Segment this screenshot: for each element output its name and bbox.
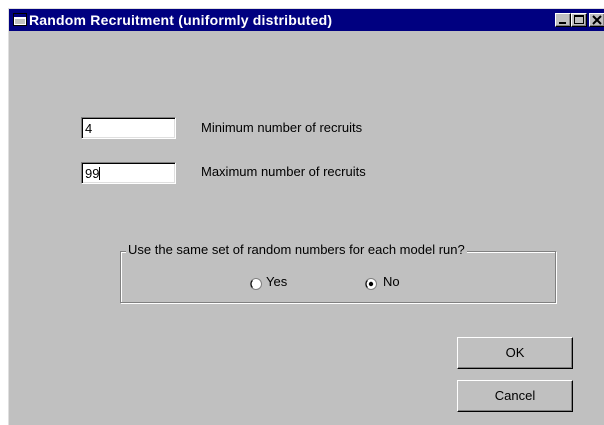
dialog-window: Random Recruitment (uniformly distribute… xyxy=(8,8,604,425)
min-recruits-label: Minimum number of recruits xyxy=(201,120,363,135)
random-numbers-groupbox xyxy=(120,251,556,303)
minimize-button[interactable] xyxy=(555,13,571,27)
title-bar[interactable]: Random Recruitment (uniformly distribute… xyxy=(9,9,604,31)
maximize-button[interactable] xyxy=(571,13,587,27)
cancel-button[interactable]: Cancel xyxy=(457,380,573,412)
min-recruits-value: 4 xyxy=(85,121,93,136)
close-button[interactable] xyxy=(589,13,604,27)
text-caret xyxy=(99,167,101,180)
window-title: Random Recruitment (uniformly distribute… xyxy=(29,12,333,28)
min-recruits-input[interactable]: 4 xyxy=(81,117,176,139)
max-recruits-label: Maximum number of recruits xyxy=(201,164,366,179)
ok-button[interactable]: OK xyxy=(457,337,573,369)
maximize-icon xyxy=(574,15,584,24)
max-recruits-value: 99 xyxy=(85,166,100,181)
max-recruits-input[interactable]: 99 xyxy=(81,162,176,184)
radio-checked-icon xyxy=(365,278,377,290)
random-numbers-question: Use the same set of random numbers for e… xyxy=(126,242,467,257)
close-icon xyxy=(592,15,602,25)
radio-no[interactable] xyxy=(365,277,377,290)
radio-unchecked-icon xyxy=(250,278,262,290)
radio-yes-label[interactable]: Yes xyxy=(266,274,287,289)
radio-no-label[interactable]: No xyxy=(383,274,400,289)
minimize-icon xyxy=(559,22,566,24)
radio-yes[interactable] xyxy=(250,277,262,290)
app-icon[interactable] xyxy=(13,13,27,26)
